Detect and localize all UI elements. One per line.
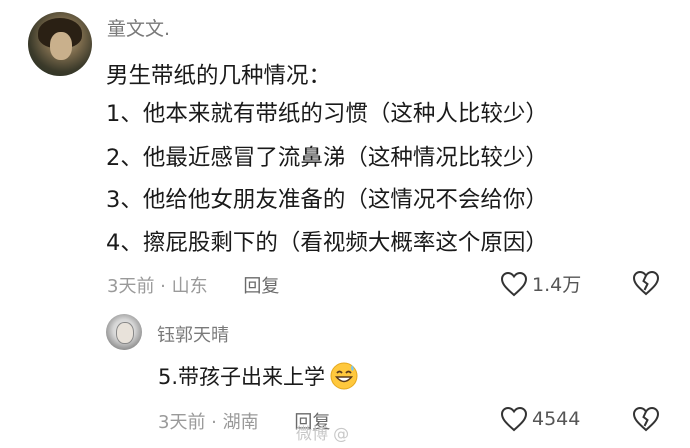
- comment-text-line: 男生带纸的几种情况：: [106, 63, 332, 89]
- comment-text-line: 2、他最近感冒了流鼻涕（这种情况比较少）: [106, 145, 548, 171]
- avatar-face: [116, 322, 134, 344]
- comment-text-line: 4、擦屁股剩下的（看视频大概率这个原因）: [106, 230, 548, 256]
- broken-heart-icon: [632, 270, 660, 296]
- dislike-button[interactable]: [632, 406, 660, 436]
- reply-text: 5.带孩子出来上学: [158, 361, 359, 391]
- like-button[interactable]: 1.4万: [500, 270, 581, 297]
- reply-text-content: 5.带孩子出来上学: [158, 365, 326, 389]
- comment-time-location: 3天前 · 山东: [107, 276, 208, 297]
- dislike-button[interactable]: [632, 270, 660, 300]
- comment-text-line: 1、他本来就有带纸的习惯（这种人比较少）: [106, 101, 548, 127]
- reply-time-location: 3天前 · 湖南: [158, 412, 259, 433]
- like-button[interactable]: 4544: [500, 406, 580, 432]
- watermark: 微博 @: [296, 424, 350, 443]
- comment-meta: 3天前 · 山东 回复: [107, 272, 279, 298]
- reply-avatar[interactable]: [106, 314, 142, 350]
- heart-icon: [500, 271, 528, 296]
- avatar-face: [50, 32, 72, 60]
- like-count: 1.4万: [532, 274, 582, 296]
- reply-username[interactable]: 钰郭天晴: [157, 321, 229, 347]
- comment-username[interactable]: 童文文.: [107, 14, 170, 41]
- heart-icon: [500, 406, 528, 432]
- broken-heart-icon: [632, 406, 660, 432]
- grinning-sweat-emoji-icon: [330, 362, 358, 390]
- comment-text-line: 3、他给他女朋友准备的（这情况不会给你）: [106, 187, 548, 213]
- avatar[interactable]: [28, 12, 92, 76]
- like-count: 4544: [532, 408, 581, 430]
- reply-button[interactable]: 回复: [243, 276, 279, 297]
